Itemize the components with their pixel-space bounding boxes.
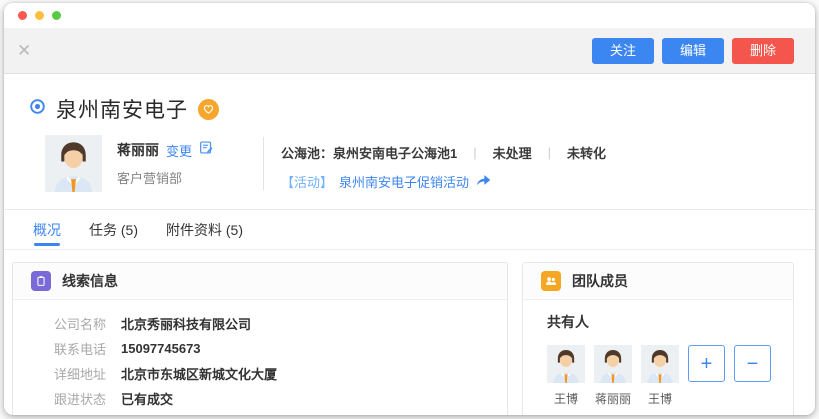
title-row: 泉州南安电子 — [28, 94, 219, 124]
status-unprocessed: 未处理 — [493, 143, 532, 162]
meta-block: 公海池：泉州安南电子公海池1 | 未处理 | 未转化 【活动】 泉州南安电子促销… — [281, 143, 606, 191]
member-avatar — [547, 345, 585, 383]
contract-edit-icon[interactable] — [199, 140, 214, 160]
change-owner-link[interactable]: 变更 — [166, 141, 192, 160]
team-card-body: 共有人 王博 蒋丽丽 王博 + − 相关人 — [523, 300, 793, 415]
activity-link[interactable]: 泉州南安电子促销活动 — [339, 172, 469, 191]
toolbar: ✕ 关注 编辑 删除 — [4, 28, 815, 74]
owner-department: 客户营销部 — [117, 168, 214, 187]
team-card-header: 团队成员 — [523, 263, 793, 300]
field-label: 详细地址 — [54, 364, 121, 383]
separator: | — [473, 145, 476, 160]
member-name: 蒋丽丽 — [595, 390, 631, 407]
traffic-light-maximize-button[interactable] — [52, 11, 61, 20]
remove-member-button[interactable]: − — [734, 345, 771, 382]
field-value: 北京秀丽科技有限公司 — [121, 314, 251, 333]
member-cell: 王博 — [641, 345, 679, 407]
field-label: 公司名称 — [54, 314, 121, 333]
owner-avatar — [45, 135, 102, 192]
lead-card-body: 公司名称 北京秀丽科技有限公司 联系电话 15097745673 详细地址 北京… — [13, 300, 507, 411]
activity-tag: 【活动】 — [281, 172, 333, 191]
field-row-address: 详细地址 北京市东城区新城文化大厦 — [54, 361, 507, 386]
field-row-phone: 联系电话 15097745673 — [54, 336, 507, 361]
locate-icon — [28, 97, 47, 121]
shared-members-label: 共有人 — [547, 312, 793, 332]
lead-card-header: 线索信息 — [13, 263, 507, 300]
edit-button[interactable]: 编辑 — [662, 38, 724, 64]
favorite-badge[interactable] — [198, 99, 219, 120]
member-row: 王博 蒋丽丽 王博 + − — [547, 345, 793, 407]
traffic-light-close-button[interactable] — [18, 11, 27, 20]
separator: | — [548, 145, 551, 160]
member-cell: 王博 — [547, 345, 585, 407]
member-name: 王博 — [554, 390, 578, 407]
page-title: 泉州南安电子 — [56, 94, 188, 124]
tab-attachments[interactable]: 附件资料 (5) — [166, 210, 243, 249]
heart-icon — [202, 103, 215, 116]
member-cell: 蒋丽丽 — [594, 345, 632, 407]
field-row-status: 跟进状态 已有成交 — [54, 386, 507, 411]
field-value: 15097745673 — [121, 341, 201, 356]
team-icon — [541, 271, 561, 291]
lead-card-title: 线索信息 — [62, 271, 118, 291]
status-unconverted: 未转化 — [567, 143, 606, 162]
window-titlebar — [4, 3, 815, 28]
owner-name: 蒋丽丽 — [117, 140, 159, 160]
owner-block: 蒋丽丽 变更 客户营销部 — [117, 140, 214, 187]
traffic-light-minimize-button[interactable] — [35, 11, 44, 20]
vertical-divider — [263, 137, 264, 190]
field-label: 联系电话 — [54, 339, 121, 358]
tab-tasks[interactable]: 任务 (5) — [89, 210, 138, 249]
member-name: 王博 — [648, 390, 672, 407]
member-avatar — [594, 345, 632, 383]
tab-bar: 概况 任务 (5) 附件资料 (5) — [4, 209, 815, 250]
team-card-title: 团队成员 — [572, 271, 628, 291]
member-avatar — [641, 345, 679, 383]
field-label: 跟进状态 — [54, 389, 121, 408]
field-value: 北京市东城区新城文化大厦 — [121, 364, 277, 383]
delete-button[interactable]: 删除 — [732, 38, 794, 64]
tab-overview[interactable]: 概况 — [33, 210, 61, 249]
lead-header: 泉州南安电子 蒋丽丽 变更 — [4, 74, 815, 209]
share-arrow-icon[interactable] — [475, 173, 492, 190]
add-member-button[interactable]: + — [688, 345, 725, 382]
team-members-card: 团队成员 共有人 王博 蒋丽丽 王博 + − 相关人 — [522, 262, 794, 415]
field-value: 已有成交 — [121, 389, 173, 408]
lead-info-card: 线索信息 公司名称 北京秀丽科技有限公司 联系电话 15097745673 详细… — [12, 262, 508, 415]
pool-text: 公海池：泉州安南电子公海池1 — [281, 143, 457, 162]
crm-detail-window: ✕ 关注 编辑 删除 泉州南安电子 蒋丽丽 变更 — [4, 3, 815, 415]
follow-button[interactable]: 关注 — [592, 38, 654, 64]
field-row-company: 公司名称 北京秀丽科技有限公司 — [54, 311, 507, 336]
clipboard-icon — [31, 271, 51, 291]
close-icon[interactable]: ✕ — [17, 42, 31, 59]
